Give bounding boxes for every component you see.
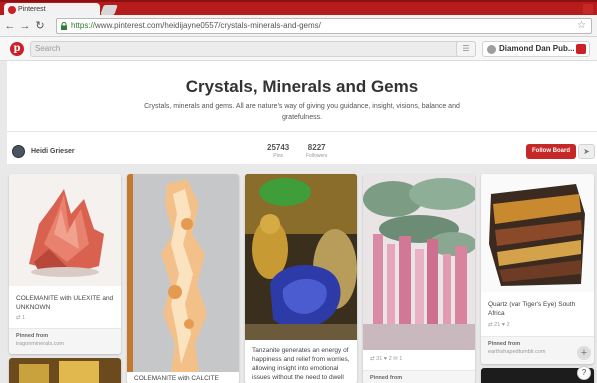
- lock-icon: [61, 22, 67, 30]
- divider: [7, 131, 597, 132]
- user-name: Diamond Dan Pub...: [499, 44, 575, 53]
- user-menu-button[interactable]: Diamond Dan Pub...: [482, 41, 590, 57]
- add-pin-icon[interactable]: +: [577, 346, 591, 360]
- pin-card[interactable]: Tanzanite generates an energy of happine…: [245, 174, 357, 383]
- pin-card[interactable]: Quartz (var Tiger's Eye) South Africa ⇄ …: [481, 174, 594, 364]
- browser-tab-bar: Pinterest: [0, 0, 597, 17]
- follow-board-button[interactable]: Follow Board: [526, 144, 576, 159]
- tab-title: Pinterest: [18, 6, 46, 13]
- menu-icon[interactable]: ☰: [456, 41, 476, 57]
- pin-source[interactable]: Pinned from iragonminerals.com: [9, 328, 121, 354]
- pin-stats: ⇄ 31 ♥ 2 ✉ 1: [370, 356, 403, 362]
- reload-icon[interactable]: ↻: [34, 19, 46, 33]
- pin-image[interactable]: [245, 174, 357, 340]
- source-url: iragonminerals.com: [16, 341, 64, 347]
- pins-count: 25743: [267, 143, 290, 152]
- owner-name[interactable]: Heidi Grieser: [31, 148, 75, 155]
- pin-stats: ⇄ 21 ♥ 2: [488, 322, 510, 328]
- pin-image[interactable]: [363, 174, 475, 350]
- url-path: www.pinterest.com/heidijayne0557/crystal…: [95, 21, 321, 30]
- pin-description: Quartz (var Tiger's Eye) South Africa: [488, 301, 576, 317]
- forward-arrow-icon[interactable]: →: [19, 19, 31, 33]
- pin-card[interactable]: COLEMANITE with ULEXITE and UNKNOWN ⇄ 1 …: [9, 174, 121, 354]
- board-header: Crystals, Minerals and Gems Crystals, mi…: [7, 61, 597, 164]
- new-tab-button[interactable]: [100, 5, 118, 15]
- back-arrow-icon[interactable]: ←: [4, 19, 16, 33]
- pinterest-header: p Search ☰ Diamond Dan Pub...: [0, 37, 597, 61]
- pin-source[interactable]: Pinned from: [363, 370, 475, 383]
- help-icon[interactable]: ?: [577, 366, 591, 380]
- pinned-from-label: Pinned from: [16, 333, 49, 339]
- pins-label: Pins: [273, 153, 283, 159]
- pin-image[interactable]: [9, 358, 121, 383]
- address-bar[interactable]: https://www.pinterest.com/heidijayne0557…: [56, 18, 592, 34]
- pin-card[interactable]: [9, 358, 121, 383]
- pin-image[interactable]: [127, 174, 239, 372]
- pins-stat[interactable]: 25743 Pins: [267, 143, 289, 159]
- source-url: earthshapedtumblr.com: [488, 349, 546, 355]
- board-title: Crystals, Minerals and Gems: [185, 77, 419, 96]
- user-avatar-icon: [487, 45, 496, 54]
- pin-card[interactable]: COLEMANITE with CALCITE: [127, 174, 239, 383]
- pin-image[interactable]: [9, 174, 121, 286]
- url-scheme: https://: [71, 21, 96, 30]
- pin-card[interactable]: ⇄ 31 ♥ 2 ✉ 1 Pinned from: [363, 174, 475, 383]
- owner-avatar[interactable]: [12, 145, 25, 158]
- followers-stat[interactable]: 8227 Followers: [306, 143, 327, 159]
- pin-description: Tanzanite generates an energy of happine…: [252, 347, 350, 381]
- send-icon[interactable]: ➤: [578, 144, 595, 159]
- pinned-from-label: Pinned from: [370, 375, 403, 381]
- browser-toolbar: ← → ↻ https://www.pinterest.com/heidijay…: [0, 15, 597, 37]
- followers-count: 8227: [307, 143, 326, 152]
- board-description: Crystals, minerals and gems. All are nat…: [144, 103, 460, 121]
- pinned-from-label: Pinned from: [488, 341, 521, 347]
- notification-icon[interactable]: [576, 44, 586, 54]
- pinterest-favicon-icon: [8, 6, 16, 14]
- window-control-icon[interactable]: [583, 4, 593, 14]
- pin-image[interactable]: [481, 174, 594, 292]
- pin-stats: ⇄ 1: [16, 315, 26, 321]
- search-input[interactable]: Search: [30, 41, 476, 57]
- followers-label: Followers: [306, 153, 328, 159]
- pin-description: COLEMANITE with CALCITE: [134, 375, 219, 382]
- pin-description: COLEMANITE with ULEXITE and UNKNOWN: [16, 295, 114, 311]
- bookmark-star-icon[interactable]: ☆: [577, 19, 586, 33]
- pinterest-logo-icon[interactable]: p: [10, 42, 24, 56]
